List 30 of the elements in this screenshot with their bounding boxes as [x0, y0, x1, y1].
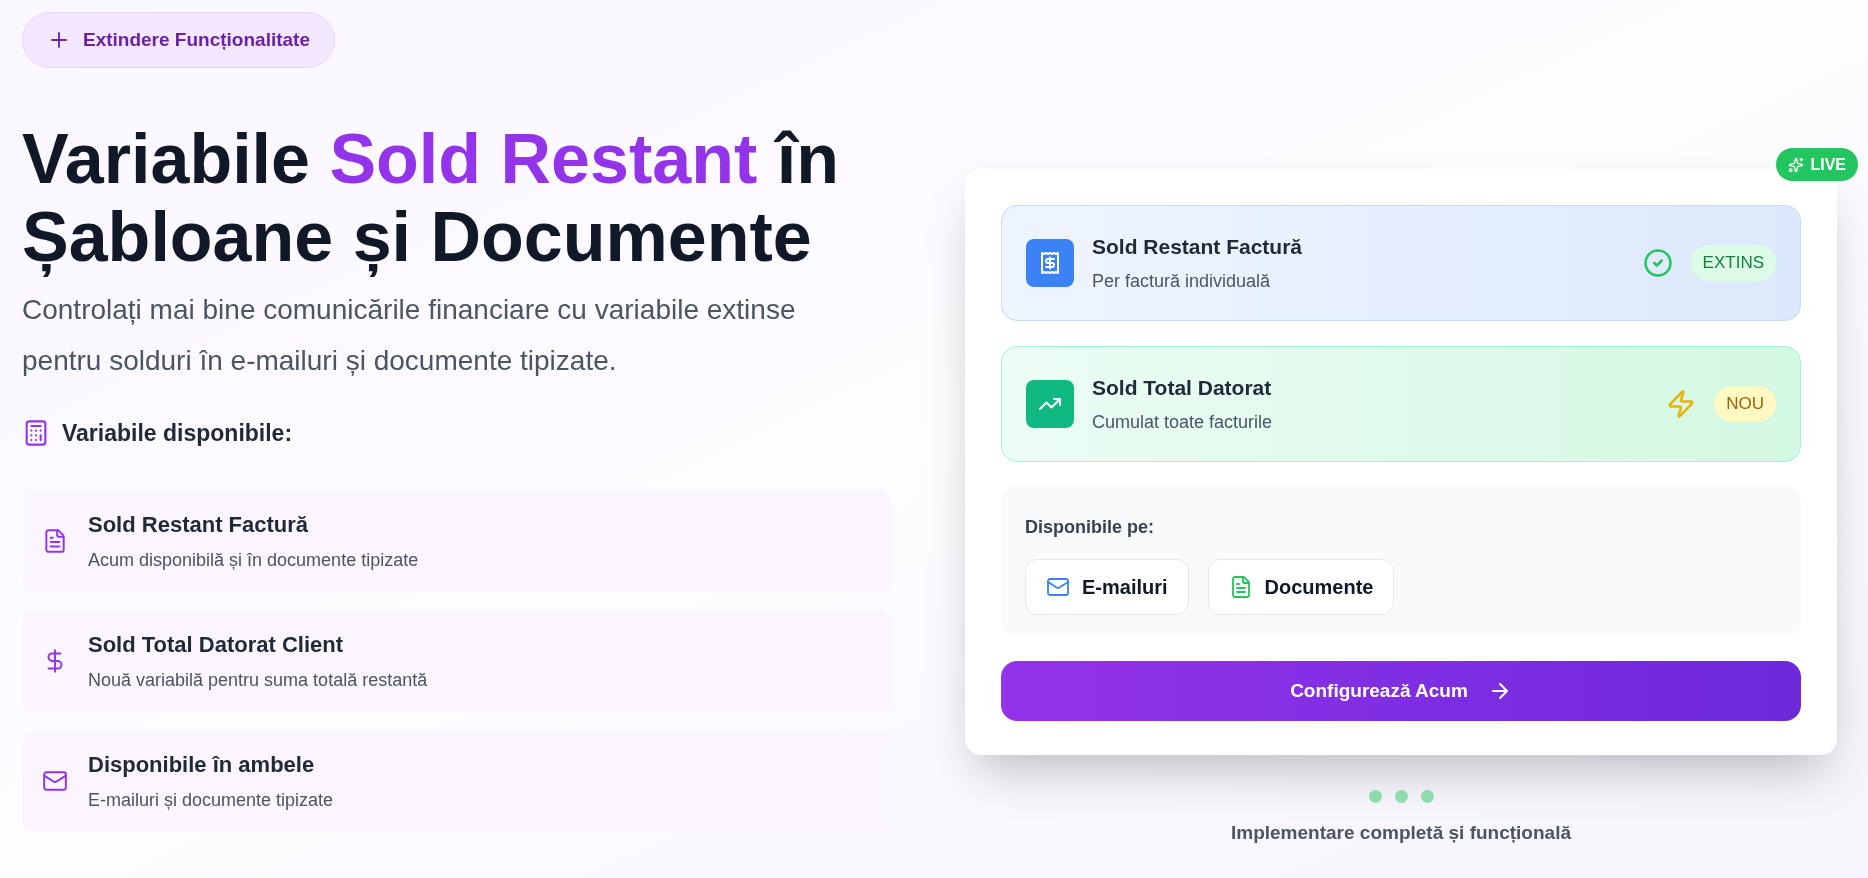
page-title: Variabile Sold Restant în Șabloane și Documente	[22, 120, 840, 276]
status-tag: NOU	[1714, 386, 1776, 422]
platform-chip: E-mailuri	[1025, 559, 1189, 615]
mail-icon	[1046, 575, 1070, 599]
availability-label: Disponibile pe:	[1025, 516, 1155, 539]
configure-button[interactable]: Configurează Acum	[1001, 661, 1801, 721]
feature-badge: Extindere Funcționalitate	[22, 12, 335, 68]
variable-title: Sold Total Datorat Client	[88, 631, 345, 659]
footer-note: Implementare completă și funcțională	[1231, 821, 1571, 845]
sparkle-icon	[1788, 156, 1805, 173]
variables-heading: Variabile disponibile:	[62, 419, 293, 448]
mail-icon	[42, 768, 68, 794]
variable-description: Nouă variabilă pentru suma totală restantă	[88, 669, 428, 692]
feature-subtitle: Cumulat toate facturile	[1092, 411, 1274, 435]
feature-subtitle: Per factură individuală	[1092, 270, 1272, 294]
trend-up-icon	[1026, 380, 1074, 428]
live-badge: LIVE	[1776, 148, 1858, 181]
progress-dots-icon	[1368, 790, 1434, 803]
variable-description: Acum disponibilă și în documente tipizate	[88, 549, 419, 572]
check-circle-icon	[1642, 248, 1673, 278]
status-tag: EXTINS	[1690, 245, 1776, 281]
document-icon	[42, 528, 68, 554]
variable-title: Disponibile în ambele	[88, 751, 316, 779]
feature-title: Sold Total Datorat	[1092, 374, 1273, 401]
variable-description: E-mailuri și documente tipizate	[88, 789, 334, 812]
platform-chip: Documente	[1207, 559, 1395, 615]
page-subtitle: Controlați mai bine comunicările financiare cu variabile extinse pentru solduri în e-mailuri și documente tipizate.	[22, 293, 797, 378]
receipt-icon	[1026, 239, 1074, 287]
feature-title: Sold Restant Factură	[1092, 233, 1304, 260]
variable-title: Sold Restant Factură	[88, 511, 310, 539]
